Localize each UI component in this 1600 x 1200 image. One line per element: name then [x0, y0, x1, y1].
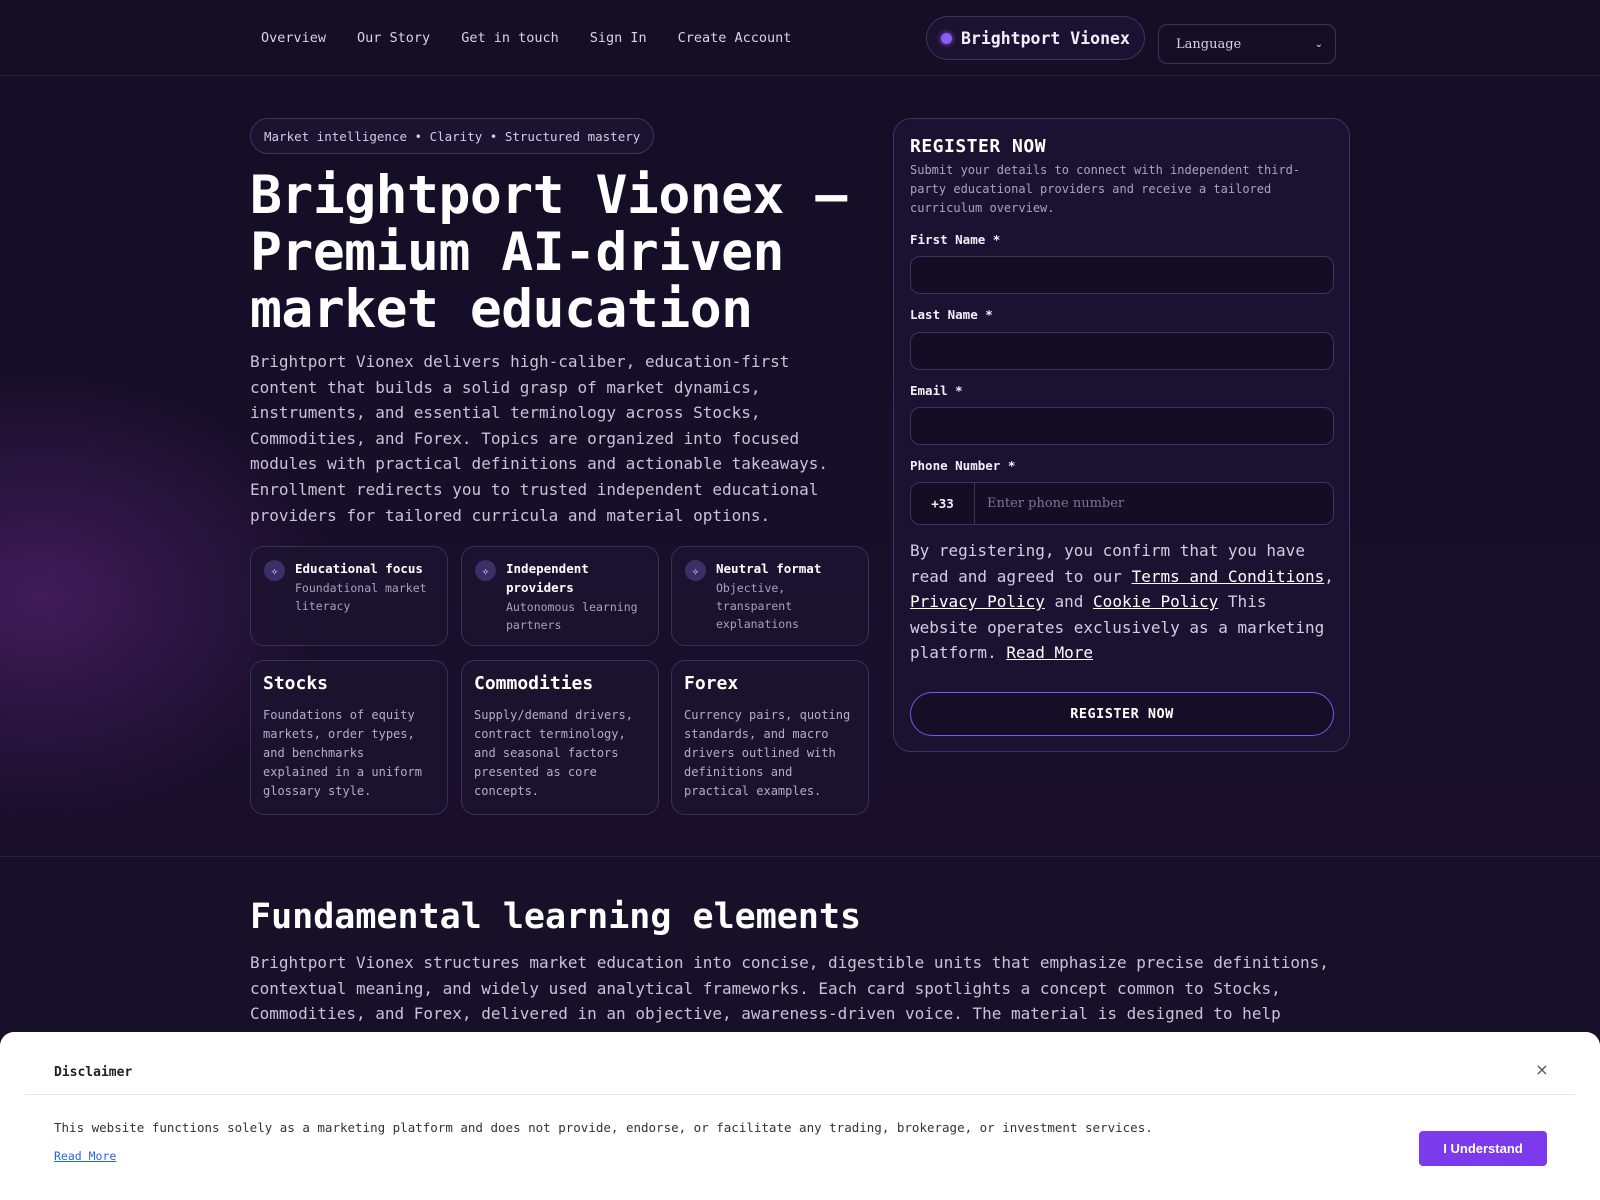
language-select-value: Language	[1176, 36, 1242, 52]
language-select[interactable]: Language ⌄	[1158, 24, 1336, 64]
consent-and: and	[1054, 592, 1084, 612]
consent-text: By registering, you confirm that you hav…	[910, 538, 1338, 666]
topic-card-forex: Forex Currency pairs, quoting standards,…	[671, 660, 869, 815]
brand-logo[interactable]: Brightport Vionex	[926, 16, 1145, 60]
hero-tagline: Market intelligence • Clarity • Structur…	[250, 118, 655, 154]
first-name-input[interactable]	[910, 256, 1334, 294]
disclaimer-divider	[25, 1094, 1575, 1095]
feature-card-independent-providers: ✧ Independent providers Autonomous learn…	[461, 546, 659, 646]
country-code-select[interactable]: +33	[911, 483, 975, 524]
nav-sign-in[interactable]: Sign In	[590, 30, 647, 46]
consent-read-more-link[interactable]: Read More	[1006, 643, 1093, 662]
nav-create-account[interactable]: Create Account	[678, 30, 792, 46]
feature-card-neutral-format: ✧ Neutral format Objective, transparent …	[671, 546, 869, 646]
last-name-label: Last Name *	[910, 307, 993, 322]
email-label: Email *	[910, 383, 963, 398]
disclaimer-read-more-link[interactable]: Read More	[54, 1149, 116, 1163]
first-name-label: First Name *	[910, 232, 1001, 247]
registration-form: REGISTER NOW Submit your details to conn…	[893, 118, 1350, 752]
feature-subtitle: Foundational market literacy	[295, 581, 427, 613]
hero-title: Brightport Vionex — Premium AI-driven ma…	[250, 165, 847, 340]
top-navigation-bar: Overview Our Story Get in touch Sign In …	[0, 0, 1600, 76]
topic-description: Foundations of equity markets, order typ…	[263, 708, 422, 798]
phone-input[interactable]: Enter phone number	[975, 483, 1333, 524]
nav-overview[interactable]: Overview	[261, 30, 326, 46]
topic-title: Stocks	[263, 673, 329, 694]
topic-description: Currency pairs, quoting standards, and m…	[684, 708, 851, 798]
feature-title: Independent providers	[506, 561, 589, 595]
section-title: Fundamental learning elements	[250, 897, 862, 937]
terms-link[interactable]: Terms and Conditions	[1132, 567, 1325, 586]
phone-field: +33 Enter phone number	[910, 482, 1334, 525]
disclaimer-text: This website functions solely as a marke…	[54, 1120, 1153, 1135]
sparkle-icon: ✧	[475, 560, 496, 581]
register-button[interactable]: REGISTER NOW	[910, 692, 1334, 736]
nav-get-in-touch[interactable]: Get in touch	[461, 30, 559, 46]
feature-title: Neutral format	[716, 561, 822, 576]
topic-description: Supply/demand drivers, contract terminol…	[474, 708, 633, 798]
main-nav: Overview Our Story Get in touch Sign In …	[261, 30, 791, 46]
disclaimer-banner: Disclaimer × This website functions sole…	[0, 1032, 1600, 1200]
phone-label: Phone Number *	[910, 458, 1016, 473]
nav-our-story[interactable]: Our Story	[357, 30, 430, 46]
register-title: REGISTER NOW	[910, 136, 1047, 157]
hero-description: Brightport Vionex delivers high-caliber,…	[250, 352, 828, 525]
topic-title: Forex	[684, 673, 739, 694]
consent-comma: ,	[1324, 566, 1334, 586]
sparkle-icon: ✧	[685, 560, 706, 581]
last-name-input[interactable]	[910, 332, 1334, 370]
brand-name: Brightport Vionex	[961, 28, 1130, 48]
chevron-down-icon: ⌄	[1314, 38, 1323, 50]
feature-subtitle: Objective, transparent explanations	[716, 581, 800, 631]
brand-dot-icon	[941, 32, 952, 44]
privacy-policy-link[interactable]: Privacy Policy	[910, 592, 1045, 611]
email-input[interactable]	[910, 407, 1334, 445]
topic-card-commodities: Commodities Supply/demand drivers, contr…	[461, 660, 659, 815]
close-icon[interactable]: ×	[1532, 1060, 1552, 1080]
feature-card-educational-focus: ✧ Educational focus Foundational market …	[250, 546, 448, 646]
feature-title: Educational focus	[295, 561, 423, 576]
feature-subtitle: Autonomous learning partners	[506, 600, 638, 632]
i-understand-button[interactable]: I Understand	[1419, 1131, 1547, 1166]
cookie-policy-link[interactable]: Cookie Policy	[1093, 592, 1218, 611]
topic-title: Commodities	[474, 673, 594, 694]
disclaimer-title: Disclaimer	[54, 1065, 133, 1080]
section-description: Brightport Vionex structures market educ…	[250, 953, 1329, 1024]
sparkle-icon: ✧	[264, 560, 285, 581]
register-subtitle: Submit your details to connect with inde…	[910, 163, 1301, 215]
topic-card-stocks: Stocks Foundations of equity markets, or…	[250, 660, 448, 815]
